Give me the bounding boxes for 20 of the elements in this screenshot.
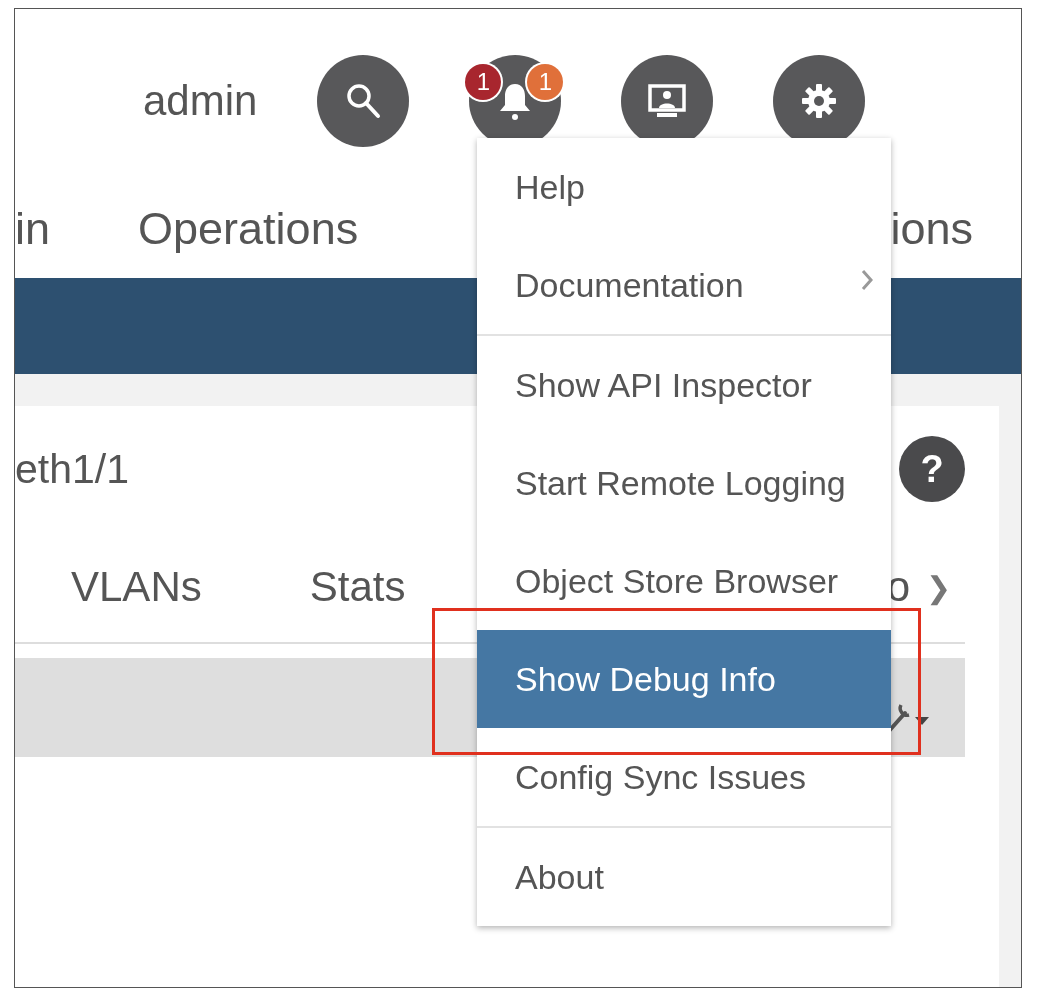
user-name: admin	[143, 76, 258, 125]
menu-item[interactable]: Show API Inspector	[477, 336, 891, 434]
count-badge: 1	[465, 63, 502, 100]
nav-tab[interactable]: ions	[890, 202, 973, 255]
menu-item[interactable]: Start Remote Logging	[477, 434, 891, 532]
menu-item[interactable]: Show Debug Info	[477, 630, 891, 728]
tabs-scroll-button[interactable]: ❯	[926, 569, 951, 605]
help-button[interactable]: ?	[899, 436, 965, 502]
count-badge: 1	[527, 63, 564, 100]
panel-title: eth1/1	[15, 445, 129, 493]
nav-tab[interactable]: in	[15, 202, 51, 255]
chevron-icon	[861, 269, 873, 291]
menu-item[interactable]: Object Store Browser	[477, 532, 891, 630]
tab[interactable]: Stats	[309, 563, 406, 611]
menu-item[interactable]: Config Sync Issues	[477, 728, 891, 826]
menu-item[interactable]: Documentation	[477, 236, 891, 334]
menu-item[interactable]: About	[477, 828, 891, 926]
tab[interactable]: VLANs	[71, 563, 202, 611]
monitor-icon	[647, 82, 688, 119]
nav-tab[interactable]: Operations	[138, 202, 359, 255]
